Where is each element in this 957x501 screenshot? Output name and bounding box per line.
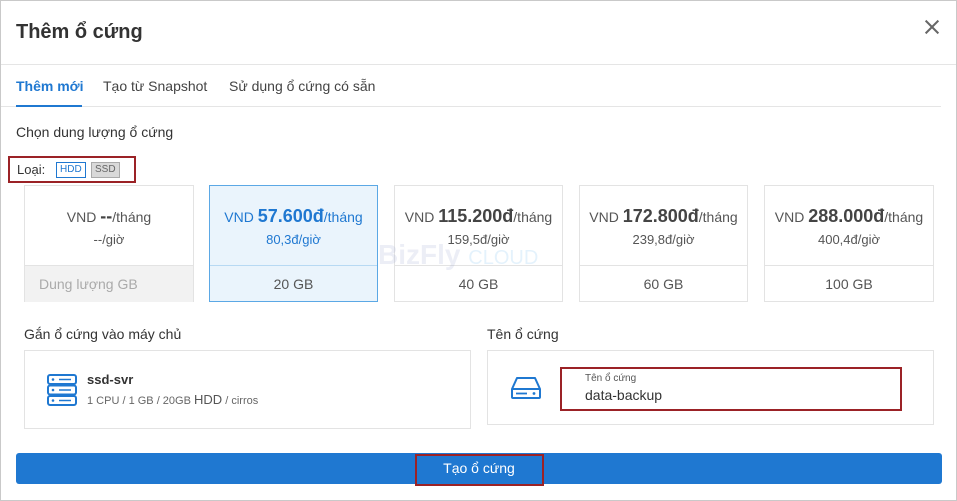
dialog-title: Thêm ổ cứng [16, 21, 143, 43]
server-option[interactable]: ssd-svr 1 CPU / 1 GB / 20GB HDD / cirros [24, 350, 471, 429]
tab-existing-disk[interactable]: Sử dụng ổ cứng có sẵn [229, 78, 375, 94]
disk-icon [511, 377, 541, 399]
disk-type-label: Loại: [17, 162, 46, 177]
dialog-header: Thêm ổ cứng [1, 1, 956, 65]
capacity-card-custom[interactable]: VND --/tháng --/giờ Dung lượng GB [24, 185, 194, 302]
capacity-card-60gb[interactable]: VND 172.800đ/tháng 239,8đ/giờ 60 GB [579, 185, 748, 302]
type-hdd-chip[interactable]: HDD [56, 162, 86, 178]
card-price: VND 172.800đ/tháng [589, 206, 738, 226]
disk-name-input[interactable] [585, 387, 885, 403]
capacity-card-20gb[interactable]: VND 57.600đ/tháng 80,3đ/giờ 20 GB [209, 185, 378, 302]
card-price: VND --/tháng [66, 206, 152, 226]
brand-watermark: BizFly CLOUD [378, 239, 539, 270]
card-hourly: --/giờ [93, 232, 125, 247]
card-size: 20 GB [210, 265, 377, 302]
disk-name-heading: Tên ổ cứng [487, 326, 559, 342]
type-ssd-chip[interactable]: SSD [91, 162, 120, 178]
server-spec: 1 CPU / 1 GB / 20GB HDD / cirros [87, 392, 259, 407]
custom-capacity-input[interactable]: Dung lượng GB [25, 265, 193, 302]
card-hourly: 80,3đ/giờ [266, 232, 321, 247]
active-tab-indicator [16, 105, 82, 107]
disk-name-field[interactable]: Tên ổ cứng [560, 367, 902, 411]
server-name: ssd-svr [87, 372, 134, 387]
card-hourly: 239,8đ/giờ [632, 232, 695, 247]
card-price: VND 115.200đ/tháng [404, 206, 553, 226]
capacity-heading: Chọn dung lượng ổ cứng [16, 124, 174, 140]
tab-new[interactable]: Thêm mới [16, 78, 84, 94]
card-hourly: 400,4đ/giờ [817, 232, 881, 247]
server-icon [47, 374, 77, 406]
capacity-card-100gb[interactable]: VND 288.000đ/tháng 400,4đ/giờ 100 GB [764, 185, 934, 302]
card-price: VND 57.600đ/tháng [224, 206, 363, 226]
tab-bar: Thêm mới Tạo từ Snapshot Sử dụng ổ cứng … [1, 65, 941, 107]
add-disk-dialog: Thêm ổ cứng Thêm mới Tạo từ Snapshot Sử … [0, 0, 957, 501]
card-size: 60 GB [580, 265, 747, 302]
tab-from-snapshot[interactable]: Tạo từ Snapshot [103, 78, 207, 94]
disk-type-selector: Loại: HDD SSD [8, 156, 136, 183]
create-button-highlight [415, 454, 544, 486]
disk-name-field-label: Tên ổ cứng [585, 373, 637, 384]
attach-heading: Gắn ổ cứng vào máy chủ [24, 326, 182, 342]
close-icon[interactable] [924, 19, 940, 35]
card-price: VND 288.000đ/tháng [774, 206, 924, 226]
disk-name-panel: Tên ổ cứng [487, 350, 934, 425]
card-size: 100 GB [765, 265, 933, 302]
